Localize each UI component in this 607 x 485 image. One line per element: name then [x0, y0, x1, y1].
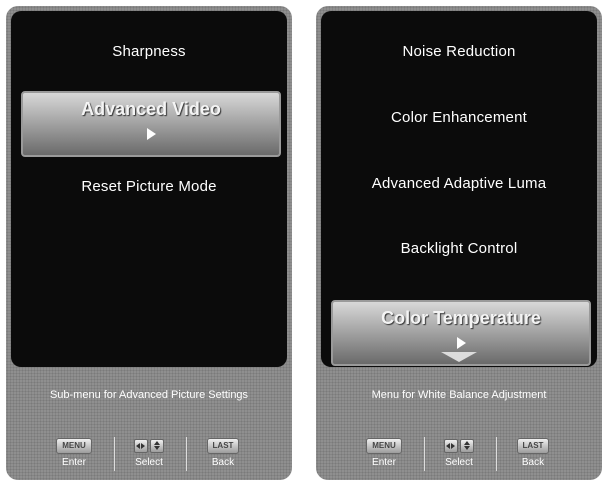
menu-list-left: Sharpness Advanced Video Reset Picture M…: [11, 11, 287, 367]
select-label: Select: [135, 457, 163, 468]
back-button[interactable]: LAST Back: [498, 435, 568, 475]
menu-item-advanced-video-selected[interactable]: Advanced Video: [21, 91, 281, 157]
divider: [496, 437, 497, 471]
last-key-icon: LAST: [206, 438, 240, 454]
menu-item-advanced-adaptive-luma[interactable]: Advanced Adaptive Luma: [321, 175, 597, 192]
menu-item-reset-picture-mode[interactable]: Reset Picture Mode: [11, 178, 287, 195]
last-key-icon: LAST: [516, 438, 550, 454]
menu-item-sharpness[interactable]: Sharpness: [11, 43, 287, 60]
play-arrow-icon: [457, 337, 466, 349]
divider: [186, 437, 187, 471]
menu-key-icon: MENU: [366, 438, 402, 454]
left-right-arrows-icon: [444, 438, 458, 453]
select-label: Select: [445, 457, 473, 468]
select-button[interactable]: Select: [114, 435, 184, 475]
button-row: MENU Enter Select LAST Back: [316, 435, 602, 475]
nav-keys-icon: [133, 437, 165, 455]
menu-item-color-enhancement[interactable]: Color Enhancement: [321, 109, 597, 126]
enter-button[interactable]: MENU Enter: [349, 435, 419, 475]
selected-item-label: Color Temperature: [381, 308, 541, 328]
menu-item-backlight-control[interactable]: Backlight Control: [321, 240, 597, 257]
left-right-arrows-icon: [134, 438, 148, 453]
play-arrow-icon: [147, 128, 156, 140]
tv-menu-panel-left: Sharpness Advanced Video Reset Picture M…: [6, 6, 292, 480]
enter-label: Enter: [62, 457, 86, 468]
scroll-down-icon[interactable]: [441, 352, 477, 362]
nav-keys-icon: [443, 437, 475, 455]
enter-label: Enter: [372, 457, 396, 468]
footer-left: Sub-menu for Advanced Picture Settings M…: [6, 367, 292, 480]
enter-button[interactable]: MENU Enter: [39, 435, 109, 475]
hint-text: Sub-menu for Advanced Picture Settings: [49, 389, 249, 401]
footer-right: Menu for White Balance Adjustment MENU E…: [316, 367, 602, 480]
back-label: Back: [211, 457, 235, 468]
up-down-arrows-icon: [460, 438, 474, 453]
select-button[interactable]: Select: [424, 435, 494, 475]
back-button[interactable]: LAST Back: [188, 435, 258, 475]
selected-item-label: Advanced Video: [81, 99, 221, 119]
menu-list-right: Noise Reduction Color Enhancement Advanc…: [321, 11, 597, 367]
menu-key-icon: MENU: [56, 438, 92, 454]
menu-item-noise-reduction[interactable]: Noise Reduction: [321, 43, 597, 60]
back-label: Back: [521, 457, 545, 468]
tv-menu-panel-right: Noise Reduction Color Enhancement Advanc…: [316, 6, 602, 480]
up-down-arrows-icon: [150, 438, 164, 453]
hint-text: Menu for White Balance Adjustment: [371, 389, 547, 401]
button-row: MENU Enter Select LAST Back: [6, 435, 292, 475]
